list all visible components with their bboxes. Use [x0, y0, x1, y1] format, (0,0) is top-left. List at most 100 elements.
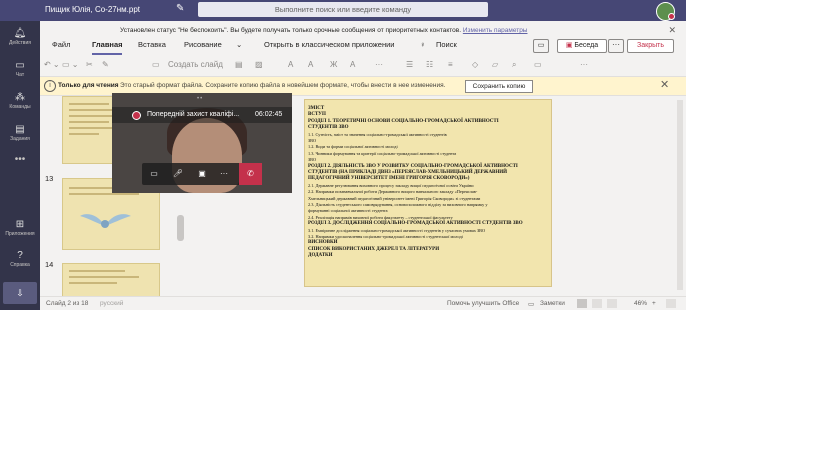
- dnd-banner-text: Установлен статус "Не беспокоить". Вы бу…: [120, 27, 527, 34]
- brush-icon[interactable]: ✎: [102, 60, 109, 69]
- find-icon[interactable]: ⌕: [512, 60, 516, 70]
- more-format-icon[interactable]: ···: [375, 60, 383, 69]
- tab-home[interactable]: Главная: [92, 40, 123, 49]
- download-icon[interactable]: ⇩: [3, 282, 37, 304]
- microphone-icon[interactable]: 🎤︎: [170, 167, 186, 181]
- new-slide-button[interactable]: Создать слайд: [168, 60, 223, 69]
- search-input[interactable]: Выполните поиск или введите команду: [198, 2, 488, 17]
- meeting-time: 06:02:45: [255, 111, 283, 118]
- dnd-message: Установлен статус "Не беспокоить". Вы бу…: [120, 27, 462, 34]
- teams-window: Пищик Юлія, Со-27нм.ppt ✎ Выполните поис…: [0, 0, 686, 310]
- share-screen-icon[interactable]: ▣: [194, 167, 210, 181]
- notes-button[interactable]: Заметки: [540, 300, 565, 307]
- rail-item-label: Задания: [10, 136, 30, 142]
- open-desktop-button[interactable]: Открыть в классическом приложении: [264, 40, 395, 49]
- slide-text-line: ПЕДАГОГІЧНИЙ УНІВЕРСИТЕТ ІМЕНІ ГРИГОРІЯ …: [308, 176, 470, 182]
- rail-item-activity[interactable]: 🔔︎ Действия: [0, 27, 40, 55]
- drag-handle[interactable]: ••: [197, 96, 203, 102]
- align-icon[interactable]: ≡: [448, 60, 453, 69]
- rail-item-label: Справка: [10, 262, 30, 268]
- slide-text-line: ЗВО: [308, 157, 317, 163]
- bold-icon[interactable]: Ж: [330, 60, 337, 69]
- notes-icon[interactable]: ▭: [528, 300, 534, 308]
- slide-text-line: 3.2. Напрямки удосконалення соціально-гр…: [308, 234, 463, 239]
- ribbon-toolbar: ↶ ⌄ ▭ ⌄ ✂ ✎ ▭ Создать слайд ▤ ▨ A A Ж A …: [40, 56, 686, 77]
- camera-icon[interactable]: ▭: [146, 167, 162, 181]
- close-icon[interactable]: ✕: [660, 78, 669, 91]
- slide-canvas[interactable]: ЗМІСТ ВСТУП РОЗДІЛ 1. ТЕОРЕТИЧНІ ОСНОВИ СО…: [304, 99, 552, 287]
- tab-insert[interactable]: Вставка: [138, 40, 166, 49]
- slide-text-line: 1.1. Сутність, зміст та значення соціаль…: [308, 131, 447, 137]
- font-size-icon[interactable]: A: [288, 60, 293, 69]
- tab-draw[interactable]: Рисование: [184, 40, 222, 49]
- rail-item-assignments[interactable]: ▤ Задания: [0, 123, 40, 151]
- edit-icon[interactable]: ✎: [176, 3, 188, 15]
- meeting-video[interactable]: •• Попередній захист кваліфі... 06:02:45…: [112, 93, 292, 193]
- slide-text-line: СПИСОК ВИКОРИСТАНИХ ДЖЕРЕЛ ТА ЛІТЕРАТУРИ: [308, 246, 440, 252]
- clipboard-icon[interactable]: ▭ ⌄: [62, 60, 78, 69]
- normal-view-icon[interactable]: [577, 299, 587, 308]
- slide-text-line: 2.2. Напрямки позанавчальної роботи Держ…: [308, 189, 478, 195]
- slide-text-line: 1.3. Чинники формування та критерії соці…: [308, 150, 457, 156]
- meeting-title: Попередній захист кваліфі...: [147, 111, 240, 118]
- info-icon: i: [44, 80, 56, 92]
- improve-office-link[interactable]: Помочь улучшить Office: [447, 300, 519, 307]
- rail-item-apps[interactable]: ⊞ Приложения: [0, 218, 40, 246]
- hang-up-button[interactable]: ✆: [239, 163, 262, 185]
- rail-item-help[interactable]: ? Справка: [0, 249, 40, 277]
- font-smaller-icon[interactable]: A: [308, 60, 313, 69]
- zoom-in-icon[interactable]: +: [652, 300, 656, 307]
- thumbnails-scrollbar[interactable]: [177, 215, 184, 241]
- shapes-icon[interactable]: ◇: [472, 60, 478, 69]
- save-copy-button[interactable]: Сохранить копию: [465, 80, 533, 93]
- lightbulb-icon: ♀: [420, 40, 426, 49]
- more-options-button[interactable]: ···: [608, 39, 624, 53]
- language-label[interactable]: русский: [100, 300, 123, 307]
- active-tab-indicator: [92, 53, 122, 55]
- chat-icon: ▭: [15, 60, 25, 71]
- ribbon-search[interactable]: Поиск: [436, 40, 457, 49]
- more-apps-button[interactable]: •••: [0, 154, 40, 165]
- thumb-text-line: [69, 121, 109, 123]
- layout-icon[interactable]: ▤: [235, 60, 243, 69]
- tab-file[interactable]: Файл: [52, 40, 70, 49]
- text-color-icon[interactable]: A: [350, 60, 355, 69]
- chevron-down-icon[interactable]: ⌄: [236, 40, 242, 49]
- slide-thumbnail[interactable]: [62, 263, 160, 298]
- slide-text-line: 1.2. Види та форми соціальної активності…: [308, 144, 398, 150]
- slide-text-line: ДОДАТКИ: [308, 253, 333, 259]
- more-icon[interactable]: ···: [216, 167, 232, 181]
- slide-text-line: РОЗДІЛ 2. ДІЯЛЬНІСТЬ ЗВО У РОЗВИТКУ СОЦІ…: [308, 163, 518, 169]
- rail-item-teams[interactable]: ⁂ Команды: [0, 91, 40, 119]
- undo-icon[interactable]: ↶ ⌄: [44, 60, 60, 69]
- slide-scrollbar[interactable]: [677, 100, 683, 290]
- picture-icon[interactable]: ▨: [255, 60, 263, 69]
- new-slide-icon[interactable]: ▭: [152, 60, 160, 69]
- apps-icon: ⊞: [15, 219, 25, 230]
- cut-icon[interactable]: ✂: [86, 60, 93, 69]
- rail-item-chat[interactable]: ▭ Чат: [0, 59, 40, 87]
- readonly-message: Это старый формат файла. Сохраните копию…: [120, 82, 446, 89]
- slide-text-line: 2.3. Діяльність студентського самоврядув…: [308, 202, 488, 207]
- reading-view-icon[interactable]: [607, 299, 617, 308]
- bullets-icon[interactable]: ☰: [406, 60, 413, 69]
- close-button[interactable]: Закрыть: [627, 39, 674, 53]
- conversation-button[interactable]: ▣ Беседа: [557, 39, 607, 53]
- sorter-view-icon[interactable]: [592, 299, 602, 308]
- rail-item-label: Приложения: [5, 231, 35, 237]
- assignments-icon: ▤: [15, 124, 25, 135]
- arrange-icon[interactable]: ▱: [492, 60, 498, 69]
- fit-slide-icon[interactable]: [666, 299, 676, 308]
- thumb-text-line: [69, 282, 117, 284]
- close-icon[interactable]: ✕: [668, 25, 676, 36]
- readonly-label: Только для чтения: [58, 82, 119, 89]
- chat-toggle-button[interactable]: ▭: [533, 39, 549, 53]
- slide-text-line: РОЗДІЛ 1. ТЕОРЕТИЧНІ ОСНОВИ СОЦІАЛЬНО-ГР…: [308, 118, 499, 124]
- numbering-icon[interactable]: ☷: [426, 60, 433, 69]
- designer-icon[interactable]: ▭: [534, 60, 542, 69]
- overflow-icon[interactable]: ···: [580, 60, 588, 69]
- window-title: Пищик Юлія, Со-27нм.ppt: [45, 5, 140, 14]
- zoom-level: 46%: [634, 300, 648, 307]
- change-settings-link[interactable]: Изменить параметры: [463, 27, 528, 34]
- call-controls: ▭ 🎤︎ ▣ ··· ✆: [142, 163, 262, 185]
